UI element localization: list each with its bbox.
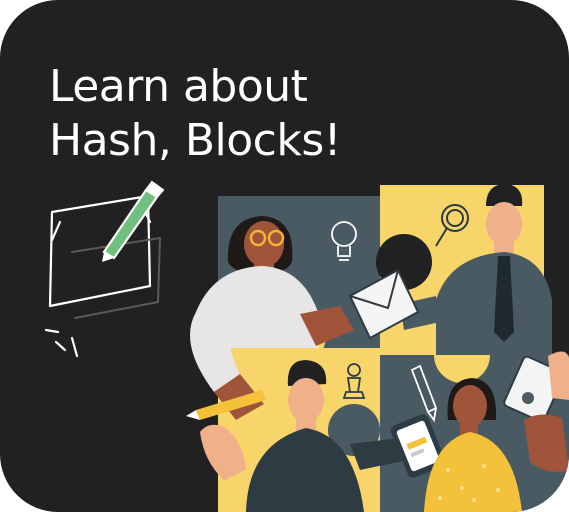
promo-card[interactable]: Learn about Hash, Blocks! [0, 0, 569, 512]
team-illustration [186, 184, 569, 512]
